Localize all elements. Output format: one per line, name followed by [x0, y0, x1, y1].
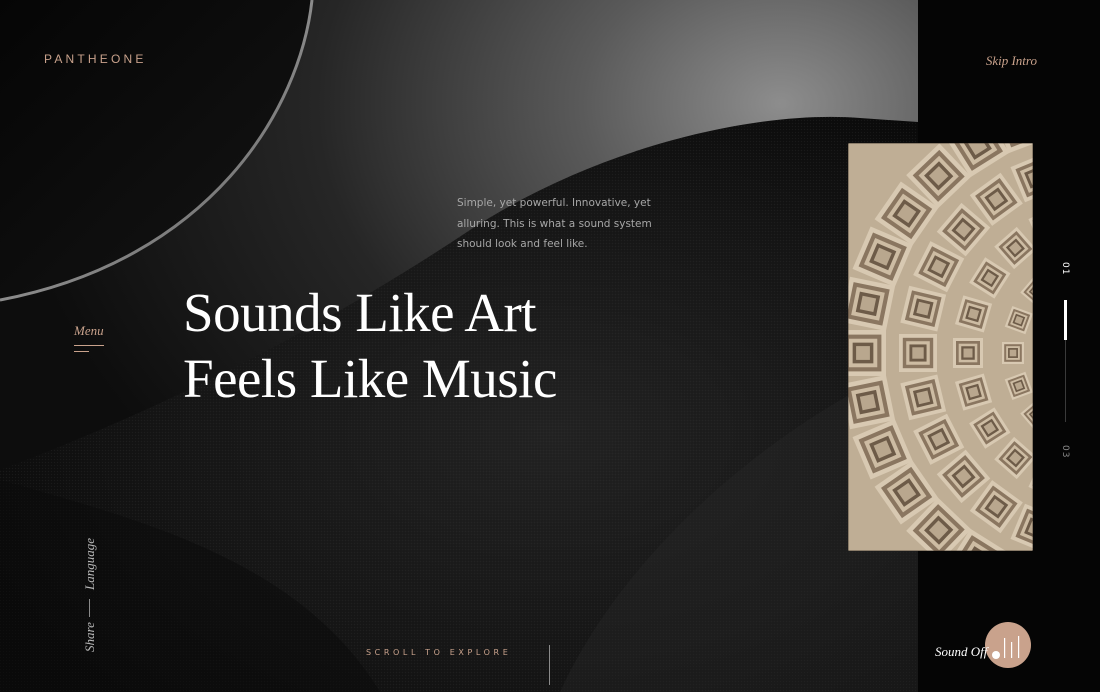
menu-button[interactable]: Menu — [74, 323, 104, 352]
hero-tagline: Simple, yet powerful. Innovative, yet al… — [457, 197, 652, 250]
speaker-top-disc — [0, 0, 312, 300]
language-link[interactable]: Language — [82, 538, 98, 590]
skip-intro-link[interactable]: Skip Intro — [986, 53, 1037, 69]
side-links-divider — [89, 599, 90, 617]
share-link[interactable]: Share — [82, 622, 98, 652]
coffer — [848, 330, 886, 376]
scroll-indicator-line — [549, 645, 550, 685]
intro-page: PANTHEONE Skip Intro Menu Simple, yet po… — [0, 0, 1100, 692]
hamburger-lines-icon — [74, 345, 104, 346]
slide-progress-indicator — [1064, 300, 1067, 340]
hamburger-short-line-icon — [74, 351, 89, 352]
headline-line-2: Feels Like Music — [183, 348, 557, 409]
pantheon-coffered-ceiling-image[interactable] — [848, 143, 1033, 551]
slide-total-number: 03 — [1060, 445, 1070, 459]
headline-line-1: Sounds Like Art — [183, 282, 537, 343]
sound-toggle-label: Sound Off — [935, 644, 988, 659]
coffer — [953, 338, 983, 368]
sound-toggle-button[interactable]: Sound Off — [935, 622, 1035, 672]
menu-label: Menu — [74, 323, 104, 338]
side-links: Language Share — [80, 538, 102, 653]
hero-headline: Sounds Like Art Feels Like Music — [183, 280, 557, 412]
scroll-to-explore-link[interactable]: SCROLL TO EXPLORE — [366, 648, 511, 657]
coffer-pattern — [848, 143, 1033, 551]
coffer — [899, 334, 937, 372]
brand-logo[interactable]: PANTHEONE — [44, 52, 147, 66]
sound-bars-icon — [992, 636, 1020, 659]
coffer — [1002, 342, 1024, 364]
slide-current-number: 01 — [1060, 262, 1070, 276]
